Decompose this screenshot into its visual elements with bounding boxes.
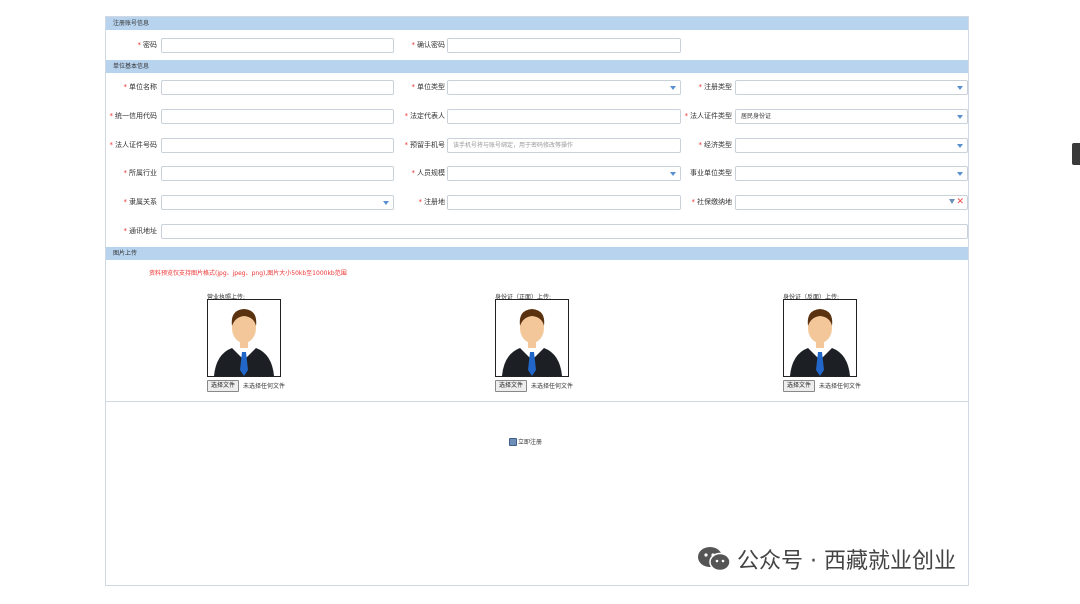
upload-business-license: 营业执照上传: 选择文件 未选择任何文件: [207, 292, 317, 392]
public-unit-type-label: 事业单位类型: [690, 169, 732, 177]
section-header-account: 注册账号信息: [106, 17, 968, 30]
row-2: * 统一信用代码 * 法定代表人 * 法人证件类型 居民身份证: [106, 109, 968, 124]
unit-type-select[interactable]: [447, 80, 681, 95]
legal-id-type-label: * 法人证件类型: [684, 112, 733, 120]
save-icon: [509, 437, 517, 446]
password-input[interactable]: [161, 38, 394, 53]
avatar-placeholder: [495, 299, 569, 377]
credit-code-label: * 统一信用代码: [109, 112, 158, 120]
credit-code-input[interactable]: [161, 109, 394, 124]
legal-id-type-value: 居民身份证: [741, 113, 772, 120]
chevron-down-icon: [670, 172, 676, 176]
section-header-basic: 单位基本信息: [106, 60, 968, 73]
register-button-label: 立即注册: [518, 439, 543, 446]
row-1: * 单位名称 * 单位类型 * 注册类型: [106, 80, 968, 95]
register-button[interactable]: 立即注册: [509, 437, 542, 446]
unit-name-label: * 单位名称: [123, 83, 158, 91]
reg-type-label: * 注册类型: [698, 83, 733, 91]
file-status: 未选择任何文件: [819, 383, 862, 390]
econ-type-label: * 经济类型: [698, 141, 733, 149]
staff-scale-label: * 人员规模: [411, 169, 446, 177]
file-status: 未选择任何文件: [531, 383, 574, 390]
econ-type-select[interactable]: [735, 138, 968, 153]
affiliation-select[interactable]: [161, 195, 394, 210]
legal-rep-label: * 法定代表人: [404, 112, 446, 120]
divider: [106, 401, 968, 402]
row-3: * 法人证件号码 * 预留手机号 该手机号将与账号绑定，用于密码修改等操作 * 经济类…: [106, 138, 968, 153]
staff-scale-select[interactable]: [447, 166, 681, 181]
section-header-images: 图片上传: [106, 247, 968, 260]
avatar-placeholder: [207, 299, 281, 377]
reg-type-select[interactable]: [735, 80, 968, 95]
legal-id-type-select[interactable]: 居民身份证: [735, 109, 968, 124]
unit-name-input[interactable]: [161, 80, 394, 95]
industry-input[interactable]: [161, 166, 394, 181]
side-handle[interactable]: [1072, 143, 1080, 165]
choose-file-button[interactable]: 选择文件: [207, 380, 240, 392]
arrow-down-icon[interactable]: [949, 199, 955, 204]
file-status: 未选择任何文件: [243, 383, 286, 390]
chevron-down-icon: [957, 172, 963, 176]
upload-id-back: 身份证（反面）上传: 选择文件 未选择任何文件: [783, 292, 893, 392]
social-insurance-label: * 社保缴纳地: [691, 198, 733, 206]
wechat-icon: [698, 547, 731, 572]
legal-rep-input[interactable]: [447, 109, 681, 124]
upload-id-front: 身份证（正面）上传: 选择文件 未选择任何文件: [495, 292, 605, 392]
phone-placeholder: 该手机号将与账号绑定，用于密码修改等操作: [453, 142, 574, 149]
industry-label: * 所属行业: [123, 169, 158, 177]
chevron-down-icon: [957, 86, 963, 90]
address-label: * 通讯地址: [123, 227, 158, 235]
legal-id-no-label: * 法人证件号码: [109, 141, 158, 149]
reg-place-input[interactable]: [447, 195, 681, 210]
phone-input[interactable]: 该手机号将与账号绑定，用于密码修改等操作: [447, 138, 681, 153]
watermark: 公众号 · 西藏就业创业: [697, 543, 956, 575]
social-insurance-input[interactable]: ✕: [735, 195, 968, 210]
password-label: * 密码: [137, 41, 158, 49]
watermark-text: 公众号 · 西藏就业创业: [737, 549, 956, 574]
chevron-down-icon: [383, 201, 389, 205]
legal-id-no-input[interactable]: [161, 138, 394, 153]
public-unit-type-select[interactable]: [735, 166, 968, 181]
row-4: * 所属行业 * 人员规模 事业单位类型: [106, 166, 968, 181]
row-6: * 通讯地址: [106, 224, 968, 239]
chevron-down-icon: [957, 144, 963, 148]
chevron-down-icon: [670, 86, 676, 90]
avatar-placeholder: [783, 299, 857, 377]
confirm-password-label: * 确认密码: [411, 41, 446, 49]
row-5: * 隶属关系 * 注册地 * 社保缴纳地 ✕: [106, 195, 968, 210]
registration-form: 注册账号信息 * 密码 * 确认密码 单位基本信息 * 单位名称 * 单位类型 * 注册类…: [105, 16, 969, 586]
choose-file-button[interactable]: 选择文件: [783, 380, 816, 392]
confirm-password-input[interactable]: [447, 38, 681, 53]
clear-icon[interactable]: ✕: [956, 196, 964, 209]
row-password: * 密码 * 确认密码: [106, 38, 968, 53]
reg-place-label: * 注册地: [418, 198, 446, 206]
affiliation-label: * 隶属关系: [123, 198, 158, 206]
unit-type-label: * 单位类型: [411, 83, 446, 91]
chevron-down-icon: [957, 115, 963, 119]
choose-file-button[interactable]: 选择文件: [495, 380, 528, 392]
upload-note: 资料预览仅支持图片格式(jpg、jpeg、png),图片大小50kb至1000k…: [149, 270, 347, 277]
address-input[interactable]: [161, 224, 968, 239]
phone-label: * 预留手机号: [404, 141, 446, 149]
